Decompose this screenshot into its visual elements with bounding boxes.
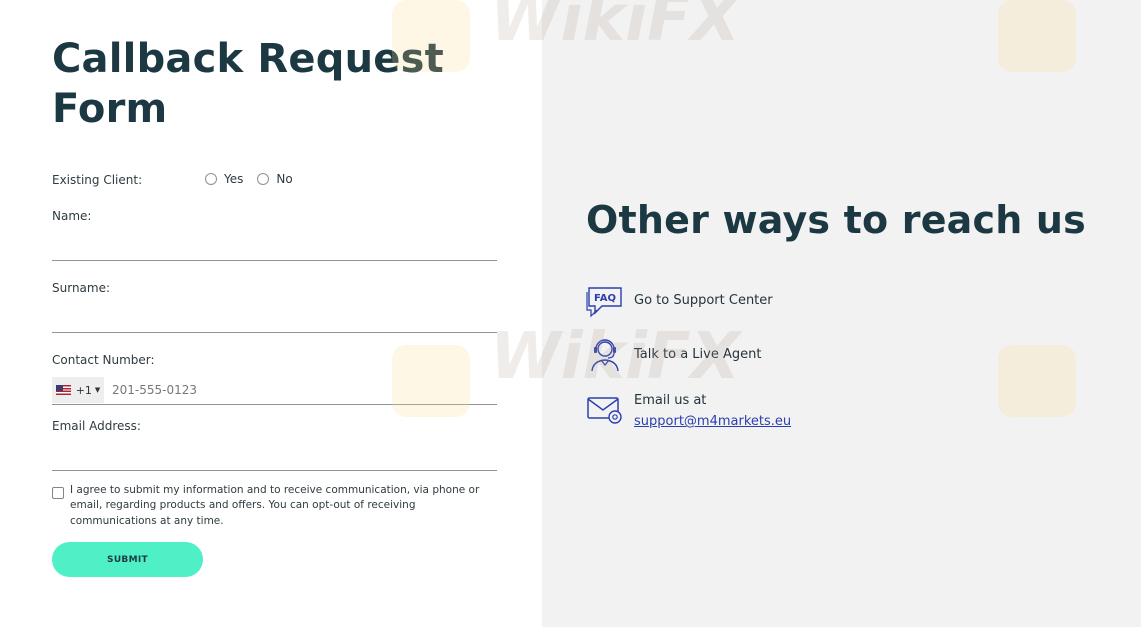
- email-address-label: Email Address:: [52, 419, 141, 433]
- consent-checkbox[interactable]: [52, 487, 64, 499]
- chevron-down-icon: ▼: [94, 386, 101, 394]
- radio-yes[interactable]: [205, 173, 217, 185]
- surname-underline: [52, 332, 497, 333]
- existing-client-no-option[interactable]: No: [257, 172, 293, 186]
- contact-number-label: Contact Number:: [52, 353, 155, 367]
- existing-client-label: Existing Client:: [52, 173, 143, 187]
- faq-chat-icon: FAQ: [586, 287, 622, 318]
- surname-label: Surname:: [52, 281, 111, 295]
- consent-row: I agree to submit my information and to …: [52, 483, 492, 529]
- phone-field: +1 ▼: [52, 376, 497, 404]
- country-code-select[interactable]: +1 ▼: [52, 377, 104, 403]
- svg-text:FAQ: FAQ: [594, 293, 616, 304]
- name-label: Name:: [52, 209, 92, 223]
- email-text-block: Email us at support@m4markets.eu: [634, 390, 791, 432]
- live-agent-link[interactable]: Talk to a Live Agent: [634, 344, 761, 365]
- phone-underline: [52, 404, 497, 405]
- contact-panel: Other ways to reach us FAQ Go to Support…: [542, 0, 1141, 627]
- contact-title: Other ways to reach us: [586, 198, 1086, 242]
- radio-yes-label: Yes: [224, 172, 244, 186]
- surname-input[interactable]: [52, 305, 497, 331]
- support-center-item[interactable]: FAQ Go to Support Center: [586, 285, 773, 319]
- live-agent-item[interactable]: Talk to a Live Agent: [586, 337, 761, 371]
- name-underline: [52, 260, 497, 261]
- headset-agent-icon: [591, 339, 619, 371]
- country-code-value: +1: [75, 383, 92, 397]
- consent-text: I agree to submit my information and to …: [70, 484, 480, 527]
- email-underline: [52, 470, 497, 471]
- radio-no-label: No: [276, 172, 293, 186]
- submit-button[interactable]: SUBMIT: [52, 542, 203, 577]
- email-item: Email us at support@m4markets.eu: [586, 390, 791, 432]
- email-prefix: Email us at: [634, 393, 707, 408]
- callback-form-panel: Callback Request Form Existing Client: Y…: [0, 0, 542, 627]
- email-link[interactable]: support@m4markets.eu: [634, 411, 791, 432]
- us-flag-icon: [55, 385, 71, 395]
- envelope-at-icon: [587, 397, 622, 424]
- existing-client-yes-option[interactable]: Yes: [205, 172, 243, 186]
- name-input[interactable]: [52, 233, 497, 259]
- support-center-link[interactable]: Go to Support Center: [634, 290, 773, 311]
- phone-input[interactable]: [104, 377, 497, 403]
- email-input[interactable]: [52, 443, 497, 469]
- form-title: Callback Request Form: [52, 36, 444, 132]
- radio-no[interactable]: [257, 173, 270, 185]
- existing-client-radio-group: Yes No: [205, 172, 307, 186]
